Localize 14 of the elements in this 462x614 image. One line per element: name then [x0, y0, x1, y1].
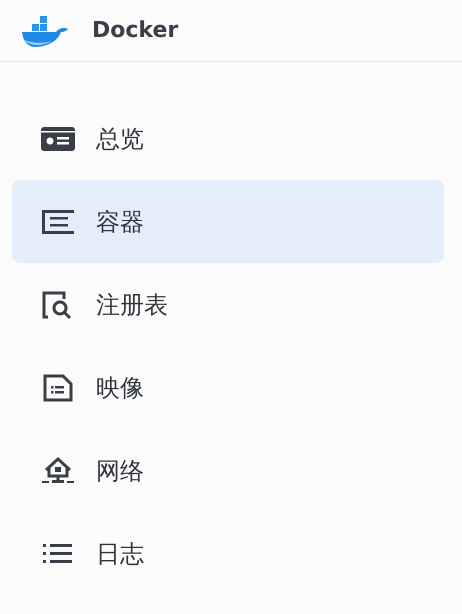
sidebar-item[interactable]: 容器 [12, 180, 444, 263]
item-label: 总览 [96, 124, 144, 154]
item-label: 注册表 [96, 290, 168, 320]
sidebar-item[interactable]: 注册表 [12, 263, 444, 346]
app-title: Docker [92, 18, 178, 43]
item-label: 容器 [96, 206, 144, 238]
sidebar-item[interactable]: 日志 [12, 512, 444, 595]
item-label: 日志 [96, 538, 144, 570]
sidebar-item[interactable]: 总览 [12, 97, 444, 180]
item-label: 网络 [96, 456, 144, 486]
sidebar-item[interactable]: 映像 [12, 346, 444, 429]
item-label: 映像 [96, 372, 144, 404]
network-house-icon [40, 456, 76, 486]
sidebar-item[interactable]: 网络 [12, 429, 444, 512]
